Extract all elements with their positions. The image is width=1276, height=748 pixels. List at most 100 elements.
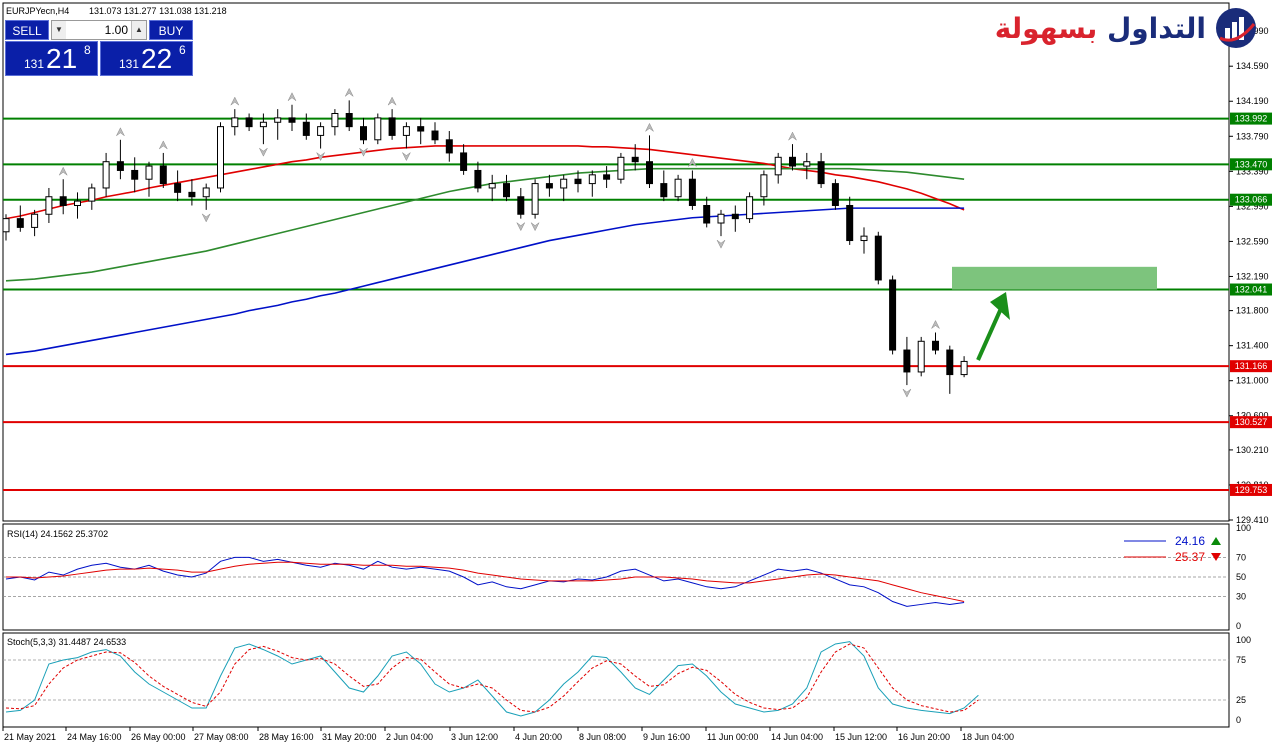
bearish-candle xyxy=(574,178,582,185)
time-tick-label: 18 Jun 04:00 xyxy=(962,732,1014,742)
bearish-candle xyxy=(831,183,839,206)
price-tick-label: 133.790 xyxy=(1236,131,1269,141)
lot-decrease-arrow-icon[interactable]: ▼ xyxy=(52,21,67,39)
bearish-candle xyxy=(688,178,696,206)
bullish-candle xyxy=(803,161,811,167)
time-tick-label: 27 May 08:00 xyxy=(194,732,249,742)
bearish-candle xyxy=(903,349,911,373)
main-chart-frame xyxy=(2,2,1230,522)
bullish-candle xyxy=(760,174,768,198)
buy-price-prefix: 131 xyxy=(119,57,140,71)
time-tick-label: 28 May 16:00 xyxy=(259,732,314,742)
sell-price-pip: 8 xyxy=(84,43,91,57)
bearish-candle xyxy=(245,117,253,128)
bullish-candle xyxy=(2,218,10,233)
bearish-candle xyxy=(646,161,653,185)
bullish-candle xyxy=(102,161,110,189)
bearish-candle xyxy=(474,169,482,189)
level-label: 133.470 xyxy=(1235,159,1268,169)
level-label: 131.166 xyxy=(1235,361,1268,371)
bullish-candle xyxy=(31,213,39,228)
bearish-candle xyxy=(174,183,182,193)
bearish-candle xyxy=(417,126,425,132)
bearish-candle xyxy=(131,169,139,180)
bearish-candle xyxy=(517,196,525,215)
price-tick-label: 132.590 xyxy=(1236,236,1269,246)
bullish-candle xyxy=(274,117,282,123)
symbol-header: EURJPYecn,H4 xyxy=(6,6,69,16)
bullish-candle xyxy=(588,174,596,185)
bullish-candle xyxy=(560,178,568,189)
bearish-candle xyxy=(703,204,711,224)
bullish-candle xyxy=(145,165,153,180)
bullish-candle xyxy=(217,126,224,189)
bullish-candle xyxy=(331,113,339,128)
stoch-title: Stoch(5,3,3) 31.4487 24.6533 xyxy=(7,637,126,647)
bullish-candle xyxy=(617,156,625,180)
rsi-tick-label: 30 xyxy=(1236,592,1246,602)
buy-price-big: 22 xyxy=(141,43,173,74)
time-tick-label: 21 May 2021 xyxy=(4,732,56,742)
buy-price-pip: 6 xyxy=(179,43,186,57)
bearish-candle xyxy=(503,183,510,198)
level-labels: 133.992 133.470 133.066 132.041 131.166 130.5… xyxy=(1230,112,1272,496)
bearish-candle xyxy=(731,213,739,220)
buy-button[interactable]: BUY xyxy=(149,20,193,40)
bullish-candle xyxy=(74,200,81,206)
bearish-candle xyxy=(59,196,67,206)
bullish-candle xyxy=(960,360,968,376)
sell-button[interactable]: SELL xyxy=(5,20,49,40)
sell-price-prefix: 131 xyxy=(24,57,45,71)
bearish-candle xyxy=(16,218,24,228)
lot-size-control: ▼ ▲ xyxy=(51,20,147,40)
bearish-candle xyxy=(388,117,396,136)
rsi-legend-value: 25.37 xyxy=(1175,550,1205,564)
sell-price-quote[interactable]: 131 21 8 xyxy=(5,41,98,76)
level-label: 130.527 xyxy=(1235,417,1268,427)
time-axis: 21 May 2021 24 May 16:00 26 May 00:00 27 Ma… xyxy=(2,727,1014,742)
bullish-candle xyxy=(717,213,725,224)
bullish-candle xyxy=(531,183,539,215)
bearish-candle xyxy=(545,183,553,189)
chart-canvas: 134.990134.590134.190133.790133.390132.9… xyxy=(2,2,1272,742)
bearish-candle xyxy=(846,204,854,242)
bullish-candle xyxy=(259,121,267,128)
bearish-candle xyxy=(817,161,825,185)
price-tick-label: 130.210 xyxy=(1236,445,1269,455)
time-tick-label: 9 Jun 16:00 xyxy=(643,732,690,742)
rsi-tick-label: 50 xyxy=(1236,572,1246,582)
bullish-candle xyxy=(202,187,210,198)
bullish-candle xyxy=(674,178,682,198)
bullish-candle xyxy=(860,235,868,242)
buy-price-quote[interactable]: 131 22 6 xyxy=(100,41,193,76)
sell-price-big: 21 xyxy=(46,43,78,74)
one-click-trading-panel: SELL ▼ ▲ BUY 131 21 8 131 22 6 xyxy=(5,20,193,76)
price-tick-label: 131.800 xyxy=(1236,306,1269,316)
bearish-candle xyxy=(116,161,124,171)
target-zone xyxy=(952,266,1157,290)
rsi-tick-label: 70 xyxy=(1236,552,1246,562)
price-axis: 134.990134.590134.190133.790133.390132.9… xyxy=(1229,26,1269,525)
brand-logo: التداول بسهولة xyxy=(995,6,1258,50)
rsi-title: RSI(14) 24.1562 25.3702 xyxy=(7,529,108,539)
bearish-candle xyxy=(445,139,453,154)
bullish-candle xyxy=(746,196,754,220)
lot-size-input[interactable] xyxy=(66,21,132,39)
bullish-candle xyxy=(317,126,325,136)
bearish-candle xyxy=(188,191,196,198)
time-tick-label: 31 May 20:00 xyxy=(322,732,377,742)
target-zone-box xyxy=(952,266,1157,290)
lot-increase-arrow-icon[interactable]: ▲ xyxy=(131,21,146,39)
level-label: 129.753 xyxy=(1235,485,1268,495)
level-label: 132.041 xyxy=(1235,285,1268,295)
bearish-candle xyxy=(345,113,353,128)
logo-chart-icon xyxy=(1216,8,1256,48)
time-tick-label: 2 Jun 04:00 xyxy=(386,732,433,742)
bullish-candle xyxy=(45,196,53,215)
bearish-candle xyxy=(288,117,296,123)
bearish-candle xyxy=(660,183,668,198)
bearish-candle xyxy=(874,235,882,281)
logo-text-red: بسهولة xyxy=(994,12,1098,45)
logo-text: التداول بسهولة xyxy=(995,10,1206,48)
time-tick-label: 14 Jun 04:00 xyxy=(771,732,823,742)
